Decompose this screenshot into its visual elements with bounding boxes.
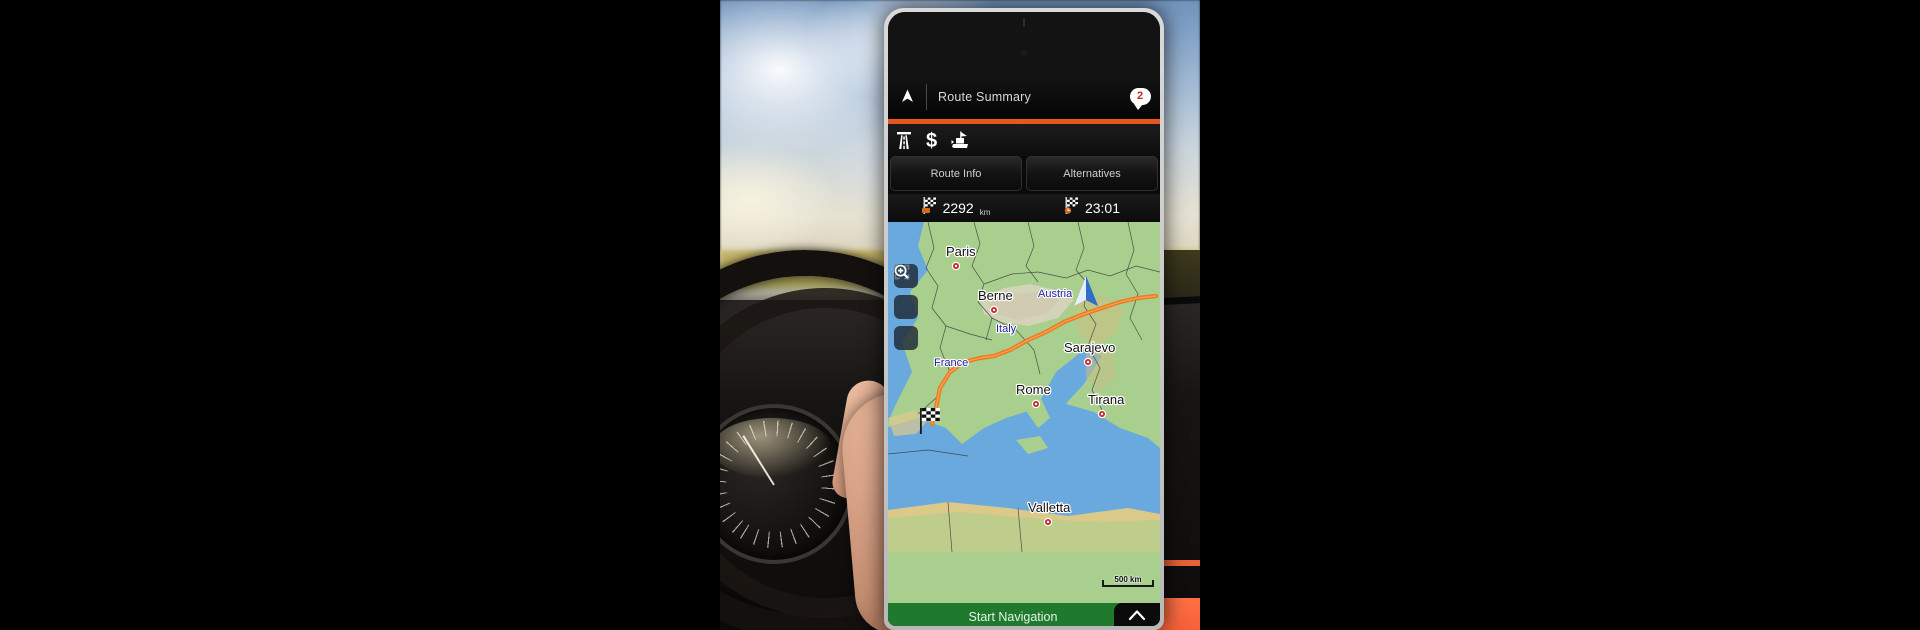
stat-time: 23:01 — [1024, 197, 1160, 219]
speech-bubble-icon: 2 — [1129, 88, 1151, 110]
route-map[interactable]: Paris Berne Sarajevo Rome Tirana Vallett… — [888, 222, 1160, 603]
svg-text:Berne: Berne — [978, 288, 1013, 303]
zoom-out-icon[interactable] — [894, 264, 918, 350]
page-title: Route Summary — [938, 89, 1031, 104]
svg-text:Valletta: Valletta — [1028, 500, 1071, 515]
navigation-arrow-icon[interactable] — [888, 88, 926, 105]
phone-screen-bezel: Route Summary 2 $ Route Info Alternative… — [888, 12, 1160, 626]
start-navigation-button[interactable]: Start Navigation — [888, 610, 1114, 624]
svg-text:$: $ — [926, 130, 937, 150]
phone-top-bezel — [888, 12, 1160, 74]
svg-text:France: France — [934, 357, 968, 369]
phone-device: Route Summary 2 $ Route Info Alternative… — [884, 8, 1164, 630]
svg-text:Austria: Austria — [1038, 288, 1073, 300]
notification-count: 2 — [1136, 90, 1144, 102]
bottom-action-bar: Start Navigation — [888, 603, 1160, 626]
fit-route-icon[interactable] — [894, 264, 918, 319]
distance-value: 2292 — [942, 200, 974, 216]
svg-text:Rome: Rome — [1016, 382, 1051, 397]
checkered-flag-time-icon — [1064, 197, 1079, 219]
chevron-up-icon — [1128, 608, 1146, 626]
svg-text:Sarajevo: Sarajevo — [1064, 340, 1115, 355]
map-scale-line — [1102, 580, 1154, 587]
tab-bar: Route Info Alternatives — [888, 156, 1160, 194]
checkered-flag-distance-icon — [921, 197, 937, 219]
app-header: Route Summary 2 — [888, 74, 1160, 119]
front-camera-icon — [1020, 50, 1028, 57]
app-screen: Route Summary 2 $ Route Info Alternative… — [888, 74, 1160, 626]
notification-bubble[interactable]: 2 — [1120, 88, 1160, 110]
screenshot-stage: Route Summary 2 $ Route Info Alternative… — [0, 0, 1920, 630]
route-stats-bar: 2292 km 23:01 — [888, 194, 1160, 222]
map-scale-label: 500 km — [1114, 575, 1142, 584]
ferry-icon[interactable] — [951, 131, 969, 150]
expand-panel-button[interactable] — [1114, 603, 1160, 626]
stat-distance: 2292 km — [888, 197, 1024, 219]
route-options-bar: $ — [888, 124, 1160, 156]
distance-unit: km — [979, 208, 991, 217]
map-scale-bar: 500 km — [1102, 575, 1154, 587]
tab-alternatives[interactable]: Alternatives — [1026, 156, 1158, 191]
svg-text:Italy: Italy — [996, 323, 1017, 335]
svg-text:Tirana: Tirana — [1088, 392, 1125, 407]
time-value: 23:01 — [1084, 200, 1121, 216]
earpiece-speaker — [1023, 18, 1025, 27]
tab-route-info[interactable]: Route Info — [890, 156, 1022, 191]
map-zoom-controls — [894, 264, 918, 350]
motorway-icon[interactable] — [896, 131, 912, 150]
toll-icon[interactable]: $ — [925, 130, 938, 150]
svg-text:Paris: Paris — [946, 244, 976, 259]
